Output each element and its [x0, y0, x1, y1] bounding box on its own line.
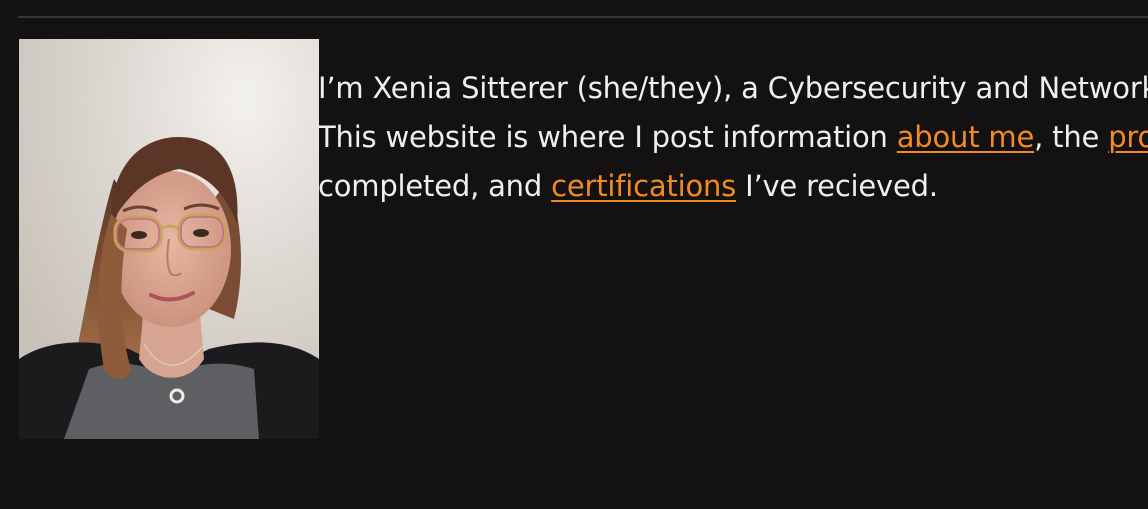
intro-line-2: This website is where I post information… — [318, 113, 1148, 162]
intro-text-1: I’m Xenia Sitterer (she/they), a Cyberse… — [318, 71, 1148, 105]
intro-text-5: I’ve recieved. — [736, 169, 938, 203]
intro-text-4: completed, and — [318, 169, 552, 203]
about-me-link[interactable]: about me — [897, 120, 1035, 154]
certifications-link[interactable]: certifications — [551, 169, 736, 203]
intro-paragraph: I’m Xenia Sitterer (she/they), a Cyberse… — [318, 64, 1148, 211]
intro-text-3: , the — [1034, 120, 1109, 154]
profile-photo — [19, 39, 319, 439]
intro-line-1: I’m Xenia Sitterer (she/they), a Cyberse… — [318, 64, 1148, 113]
intro-text-2: This website is where I post information — [318, 120, 897, 154]
projects-link[interactable]: pro — [1108, 120, 1148, 154]
top-divider — [18, 16, 1148, 18]
intro-line-3: completed, and certifications I’ve recie… — [318, 162, 1148, 211]
